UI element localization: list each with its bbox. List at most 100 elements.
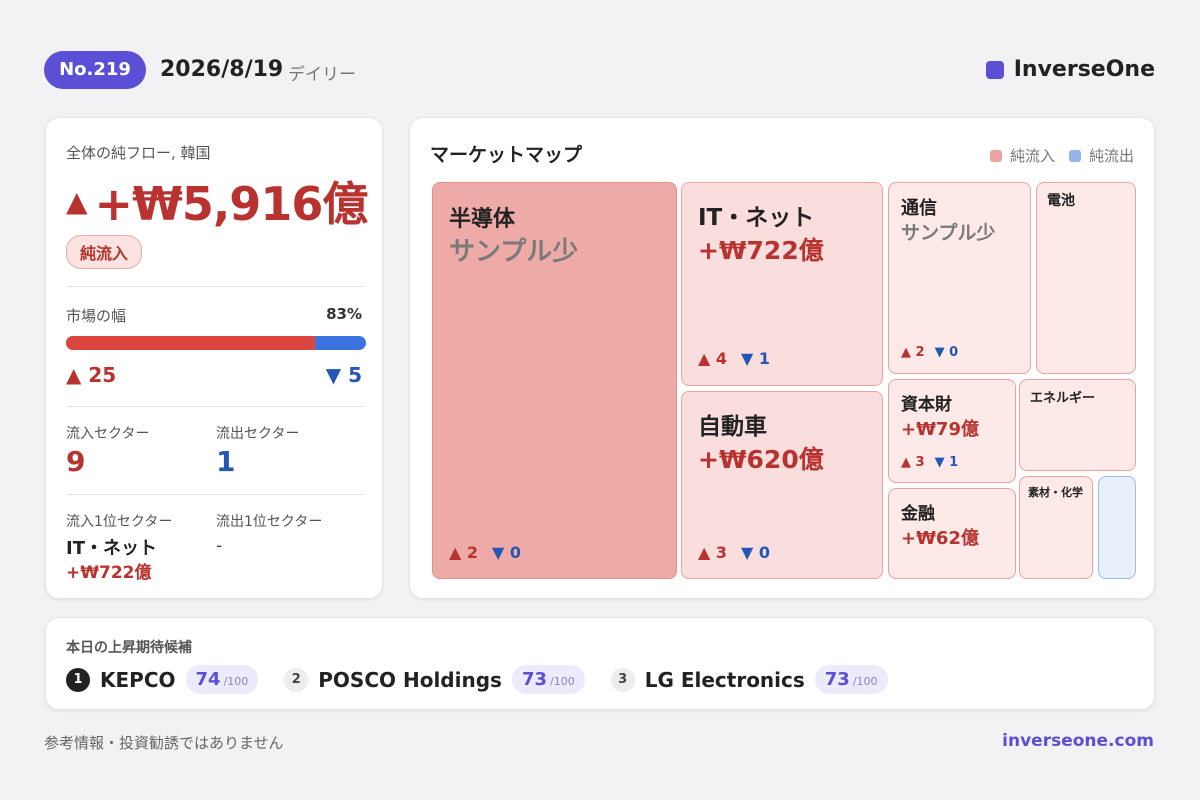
decliners-count: ▼ 5 bbox=[325, 363, 362, 387]
score-value: 74 bbox=[195, 669, 221, 690]
sector-name: IT・ネット bbox=[698, 205, 815, 231]
net-inflow-badge: 純流入 bbox=[66, 235, 143, 269]
candidate-name: KEPCO bbox=[100, 667, 176, 692]
up-triangle-icon: ▲ bbox=[66, 184, 88, 218]
breadth-bar-fill bbox=[66, 336, 315, 350]
sector-tile-auto[interactable]: 自動車 +₩620億 ▲ 3 ▼ 0 bbox=[681, 391, 883, 579]
sector-name: 素材・化学 bbox=[1028, 486, 1083, 499]
sector-up-count: ▲ 2 bbox=[901, 345, 925, 360]
sector-name: エネルギー bbox=[1030, 391, 1096, 406]
market-map-title: マーケットマップ bbox=[430, 144, 583, 166]
advancers-count: ▲ 25 bbox=[66, 363, 117, 387]
sector-value: サンプル少 bbox=[901, 222, 996, 244]
candidate-name: LG Electronics bbox=[644, 667, 805, 692]
sector-tile-it-net[interactable]: IT・ネット +₩722億 ▲ 4 ▼ 1 bbox=[681, 182, 883, 386]
sector-tile-capital-goods[interactable]: 資本財 +₩79億 ▲ 3 ▼ 1 bbox=[888, 379, 1016, 483]
candidate-item[interactable]: 3 LG Electronics 73 /100 bbox=[610, 665, 888, 694]
sector-tile-finance[interactable]: 金融 +₩62億 bbox=[888, 488, 1016, 579]
legend-inflow-swatch bbox=[989, 149, 1002, 162]
score-max: /100 bbox=[550, 675, 575, 688]
score-max: /100 bbox=[223, 675, 249, 688]
outflow-sectors-value: 1 bbox=[216, 445, 236, 478]
top-outflow-label: 流出1位セクター bbox=[216, 514, 323, 530]
score-value: 73 bbox=[824, 669, 850, 690]
sector-breadth: ▲ 3 ▼ 0 bbox=[698, 543, 770, 562]
legend-outflow-swatch bbox=[1068, 149, 1081, 162]
sector-tile-outflow[interactable] bbox=[1098, 476, 1136, 579]
sector-tile-semiconductor[interactable]: 半導体 サンプル少 ▲ 2 ▼ 0 bbox=[432, 182, 677, 579]
score-value: 73 bbox=[521, 669, 547, 690]
sector-up-count: ▲ 4 bbox=[698, 349, 728, 368]
candidate-item[interactable]: 1 KEPCO 74 /100 bbox=[66, 665, 259, 694]
sector-breadth: ▲ 2 ▼ 0 bbox=[449, 543, 521, 562]
rank-badge: 3 bbox=[610, 667, 635, 692]
net-flow-label: 全体の純フロー, 韓国 bbox=[66, 144, 211, 162]
candidates-title: 本日の上昇期待候補 bbox=[66, 640, 192, 656]
breadth-percent: 83% bbox=[326, 305, 362, 323]
divider bbox=[66, 406, 364, 407]
sector-up-count: ▲ 3 bbox=[901, 455, 925, 470]
divider bbox=[66, 286, 364, 287]
sector-value: +₩62億 bbox=[901, 528, 979, 549]
inflow-sectors-value: 9 bbox=[66, 445, 86, 478]
sector-down-count: ▼ 0 bbox=[492, 543, 522, 562]
top-inflow-label: 流入1位セクター bbox=[66, 514, 173, 530]
sector-name: 資本財 bbox=[901, 395, 952, 415]
sector-value: +₩79億 bbox=[901, 419, 979, 440]
sector-up-count: ▲ 3 bbox=[698, 543, 728, 562]
issue-badge: No.219 bbox=[44, 51, 146, 89]
report-date: 2026/8/19 bbox=[160, 57, 284, 82]
sector-tile-materials-chemicals[interactable]: 素材・化学 bbox=[1019, 476, 1093, 579]
candidates-card: 本日の上昇期待候補 1 KEPCO 74 /100 2 POSCO Holdin… bbox=[45, 617, 1155, 710]
legend-outflow-label: 純流出 bbox=[1088, 147, 1134, 165]
score-max: /100 bbox=[852, 675, 878, 688]
breadth-label: 市場の幅 bbox=[66, 307, 127, 325]
site-link[interactable]: inverseone.com bbox=[1002, 731, 1154, 751]
score-badge: 73 /100 bbox=[814, 665, 888, 694]
sector-name: 電池 bbox=[1047, 193, 1075, 209]
sector-breadth: ▲ 2 ▼ 0 bbox=[901, 345, 958, 360]
candidate-list: 1 KEPCO 74 /100 2 POSCO Holdings 73 /100… bbox=[66, 665, 914, 694]
sector-down-count: ▼ 1 bbox=[934, 455, 959, 470]
sector-value: +₩722億 bbox=[698, 236, 824, 265]
net-flow-value: ▲ +₩5,916億 bbox=[66, 168, 369, 234]
sector-value: +₩620億 bbox=[698, 445, 824, 474]
sector-breadth: ▲ 3 ▼ 1 bbox=[901, 455, 958, 470]
top-inflow-value: +₩722億 bbox=[66, 563, 152, 583]
map-legend: 純流入 純流出 bbox=[989, 145, 1134, 166]
sector-up-count: ▲ 2 bbox=[449, 543, 479, 562]
sector-value: サンプル少 bbox=[449, 237, 579, 267]
sector-down-count: ▼ 0 bbox=[934, 345, 959, 360]
sector-name: 金融 bbox=[901, 504, 935, 524]
top-inflow-sector: IT・ネット bbox=[66, 538, 157, 559]
legend-inflow-label: 純流入 bbox=[1009, 147, 1055, 165]
sector-down-count: ▼ 0 bbox=[741, 543, 771, 562]
candidate-item[interactable]: 2 POSCO Holdings 73 /100 bbox=[284, 665, 585, 694]
header: No.219 2026/8/19 デイリー InverseOne bbox=[44, 51, 1155, 89]
brand: InverseOne bbox=[985, 57, 1155, 82]
sector-down-count: ▼ 1 bbox=[741, 349, 771, 368]
score-badge: 74 /100 bbox=[185, 665, 259, 694]
sector-tile-telecom[interactable]: 通信 サンプル少 ▲ 2 ▼ 0 bbox=[888, 182, 1031, 374]
sector-breadth: ▲ 4 ▼ 1 bbox=[698, 349, 770, 368]
score-badge: 73 /100 bbox=[511, 665, 585, 694]
sector-name: 半導体 bbox=[449, 207, 516, 232]
top-outflow-sector: - bbox=[216, 536, 223, 556]
sector-name: 通信 bbox=[901, 198, 937, 219]
breadth-bar bbox=[66, 336, 366, 350]
inflow-sectors-label: 流入セクター bbox=[66, 426, 150, 442]
candidate-name: POSCO Holdings bbox=[318, 667, 502, 692]
report-period: デイリー bbox=[288, 65, 356, 85]
divider bbox=[66, 494, 364, 495]
brand-logo-icon bbox=[985, 60, 1004, 79]
rank-badge: 1 bbox=[66, 667, 90, 692]
outflow-sectors-label: 流出セクター bbox=[216, 426, 300, 442]
market-map-card: マーケットマップ 純流入 純流出 半導体 サンプル少 ▲ 2 ▼ 0 IT・ネット… bbox=[409, 117, 1155, 599]
net-flow-amount: +₩5,916億 bbox=[94, 177, 369, 231]
sector-name: 自動車 bbox=[698, 414, 767, 440]
sector-tile-battery[interactable]: 電池 bbox=[1036, 182, 1136, 374]
rank-badge: 2 bbox=[284, 667, 309, 692]
brand-name: InverseOne bbox=[1013, 57, 1155, 82]
disclaimer: 参考情報・投資勧誘ではありません bbox=[44, 734, 284, 752]
sector-tile-energy[interactable]: エネルギー bbox=[1019, 379, 1136, 471]
